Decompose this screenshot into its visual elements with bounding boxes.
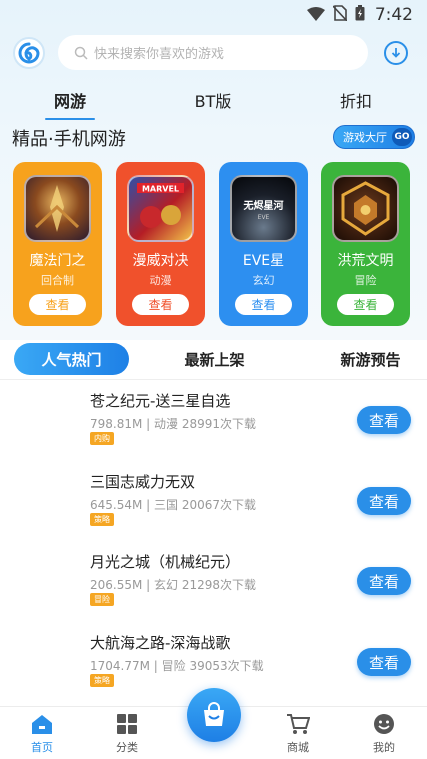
clock: 7:42 — [374, 5, 413, 25]
top-tabs: 网游 BT版 折扣 — [0, 82, 427, 120]
view-button[interactable]: 查看 — [29, 294, 86, 315]
center-bag-button[interactable] — [187, 688, 241, 742]
game-thumbnail: MARVEL — [127, 175, 194, 242]
game-thumbnail — [332, 175, 399, 242]
battery-icon — [355, 5, 365, 25]
view-button[interactable]: 查看 — [357, 567, 411, 595]
svg-text:MARVEL: MARVEL — [142, 185, 179, 194]
tab-new-releases[interactable]: 最新上架 — [157, 343, 272, 375]
game-meta: 798.81M | 动漫 28991次下载 — [90, 417, 257, 431]
view-button[interactable]: 查看 — [132, 294, 189, 315]
list-item[interactable]: 月光之城（机械纪元） 206.55M | 玄幻 21298次下载 冒险 查看 — [0, 543, 427, 623]
nav-label: 我的 — [373, 741, 395, 754]
game-meta: 1704.77M | 冒险 39053次下载 — [90, 659, 264, 673]
header: 快来搜索你喜欢的游戏 — [0, 35, 427, 71]
view-button[interactable]: 查看 — [357, 406, 411, 434]
game-meta: 206.55M | 玄幻 21298次下载 — [90, 578, 257, 592]
game-meta: 645.54M | 三国 20067次下载 — [90, 498, 257, 512]
cart-icon — [287, 714, 310, 734]
game-tag: 冒险 — [90, 593, 114, 606]
download-icon — [391, 48, 401, 58]
app-logo[interactable] — [13, 37, 45, 69]
game-tag: 策略 — [90, 674, 114, 687]
svg-text:EVE: EVE — [258, 214, 270, 221]
game-title: 月光之城（机械纪元） — [90, 553, 241, 571]
tab-indicator — [45, 118, 95, 120]
profile-icon — [374, 714, 394, 734]
featured-card[interactable]: MARVEL 漫威对决 动漫 查看 — [116, 162, 205, 326]
game-category: 玄幻 — [252, 274, 275, 287]
nav-label: 商城 — [287, 741, 309, 754]
game-title: 三国志威力无双 — [90, 473, 196, 491]
nav-label: 首页 — [31, 741, 53, 754]
featured-card[interactable]: 无烬星河 EVE EVE星 玄幻 查看 — [219, 162, 308, 326]
featured-card[interactable]: 魔法门之 回合制 查看 — [13, 162, 102, 326]
go-badge: GO — [392, 128, 412, 146]
tab-bt-version[interactable]: BT版 — [173, 88, 253, 112]
section-title: 精品·手机网游 — [12, 129, 126, 150]
game-name: 洪荒文明 — [337, 253, 394, 269]
game-category: 冒险 — [354, 274, 377, 287]
shopping-bag-icon — [204, 702, 224, 726]
search-icon — [74, 46, 88, 60]
view-button[interactable]: 查看 — [357, 487, 411, 515]
search-placeholder: 快来搜索你喜欢的游戏 — [94, 47, 225, 62]
view-button[interactable]: 查看 — [357, 648, 411, 676]
game-name: 漫威对决 — [132, 253, 189, 269]
list-item[interactable]: 三国志威力无双 645.54M | 三国 20067次下载 策略 查看 — [0, 463, 427, 543]
tab-popular[interactable]: 人气热门 — [14, 343, 129, 375]
nav-shop[interactable]: 商城 — [268, 713, 328, 755]
game-lobby-label: 游戏大厅 — [343, 131, 387, 144]
home-icon — [32, 715, 52, 734]
list-item[interactable]: 苍之纪元-送三星自选 798.81M | 动漫 28991次下载 内购 查看 — [0, 382, 427, 462]
tab-upcoming[interactable]: 新游预告 — [313, 343, 427, 375]
game-thumbnail — [24, 175, 91, 242]
search-input[interactable]: 快来搜索你喜欢的游戏 — [58, 35, 368, 70]
game-lobby-button[interactable]: 游戏大厅 GO — [333, 125, 415, 149]
game-tag: 策略 — [90, 513, 114, 526]
game-title: 大航海之路-深海战歌 — [90, 634, 231, 652]
no-sim-icon — [332, 5, 348, 25]
tab-online-games[interactable]: 网游 — [30, 88, 110, 112]
nav-profile[interactable]: 我的 — [354, 713, 414, 755]
featured-cards: 魔法门之 回合制 查看 MARVEL 漫威对决 动漫 查看 无烬星河 EVE EV… — [0, 162, 427, 326]
list-tabs: 人气热门 最新上架 新游预告 — [0, 340, 427, 380]
game-name: EVE星 — [242, 253, 285, 269]
game-title: 苍之纪元-送三星自选 — [90, 392, 231, 410]
status-bar: 7:42 — [0, 0, 427, 30]
view-button[interactable]: 查看 — [337, 294, 394, 315]
wifi-icon — [306, 6, 325, 25]
game-category: 动漫 — [149, 274, 172, 287]
game-tag: 内购 — [90, 432, 114, 445]
grid-icon — [117, 714, 137, 734]
svg-text:无烬星河: 无烬星河 — [243, 199, 284, 212]
game-name: 魔法门之 — [29, 253, 86, 269]
tab-discount[interactable]: 折扣 — [316, 88, 396, 112]
game-thumbnail: 无烬星河 EVE — [230, 175, 297, 242]
featured-card[interactable]: 洪荒文明 冒险 查看 — [321, 162, 410, 326]
download-button[interactable] — [384, 41, 408, 65]
game-category: 回合制 — [41, 274, 74, 287]
nav-label: 分类 — [116, 741, 138, 754]
nav-home[interactable]: 首页 — [12, 713, 72, 755]
view-button[interactable]: 查看 — [235, 294, 292, 315]
nav-category[interactable]: 分类 — [97, 713, 157, 755]
